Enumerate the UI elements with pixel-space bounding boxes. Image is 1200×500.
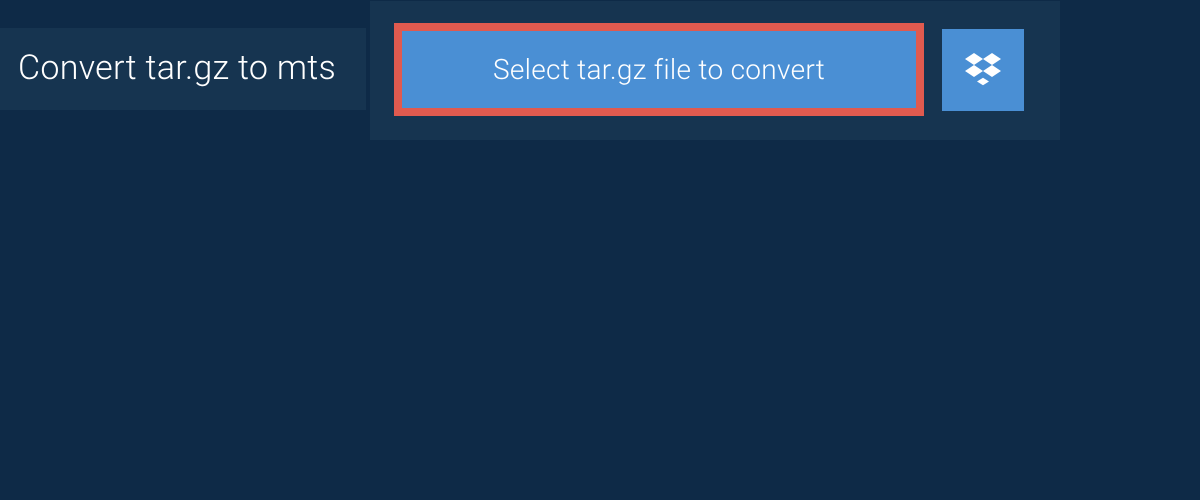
- dropbox-icon: [965, 50, 1001, 90]
- dropbox-button[interactable]: [942, 29, 1024, 111]
- select-file-button-label: Select tar.gz file to convert: [493, 53, 825, 86]
- upload-panel: Select tar.gz file to convert: [370, 1, 1060, 140]
- page-title: Convert tar.gz to mts: [18, 48, 336, 88]
- header-tab: Convert tar.gz to mts: [0, 28, 366, 110]
- select-file-button[interactable]: Select tar.gz file to convert: [394, 23, 924, 116]
